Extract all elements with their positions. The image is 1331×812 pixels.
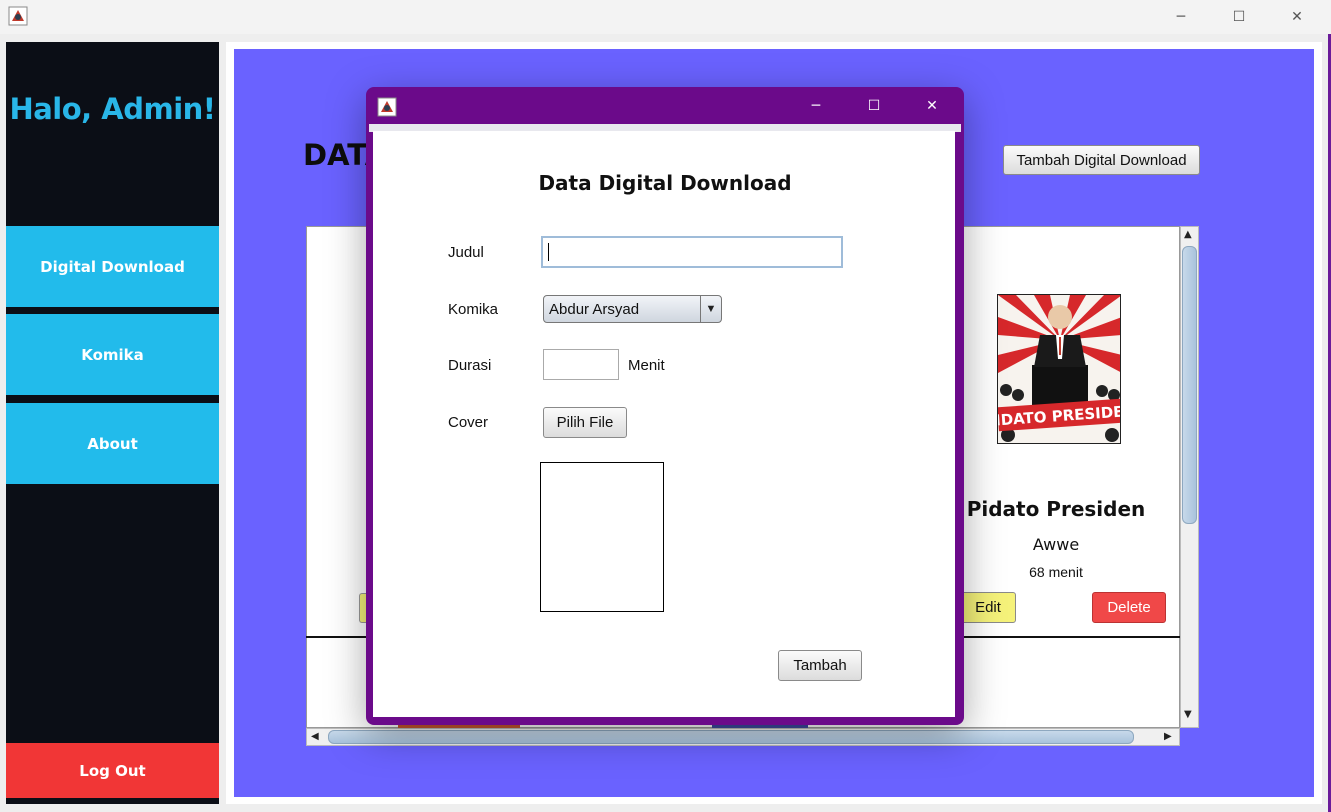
window-titlebar: ─ ☐ ✕ <box>0 0 1331 34</box>
judul-input[interactable] <box>541 236 843 268</box>
add-button-label: Tambah Digital Download <box>1016 151 1187 169</box>
scroll-right-arrow-icon[interactable]: ▶ <box>1164 731 1172 742</box>
dialog-java-icon <box>377 97 397 117</box>
form-title: Data Digital Download <box>538 171 792 195</box>
add-digital-download-button[interactable]: Tambah Digital Download <box>1003 145 1200 175</box>
pilih-file-label: Pilih File <box>556 414 614 431</box>
dropdown-arrow-icon[interactable]: ▼ <box>700 296 721 322</box>
dialog-close-button[interactable]: ✕ <box>903 89 961 123</box>
durasi-unit-label: Menit <box>628 357 665 374</box>
durasi-input[interactable] <box>543 349 619 380</box>
edit-button-label: Edit <box>975 599 1001 616</box>
tambah-button[interactable]: Tambah <box>778 650 862 681</box>
window-maximize-button[interactable]: ☐ <box>1210 0 1268 34</box>
cover-image-pidato-presiden: PIDATO PRESIDEN <box>997 294 1121 444</box>
horizontal-scrollbar-thumb[interactable] <box>328 730 1134 744</box>
logout-label: Log Out <box>79 761 146 780</box>
scroll-up-arrow-icon[interactable]: ▲ <box>1184 229 1192 240</box>
tambah-label: Tambah <box>793 657 847 674</box>
dialog-minimize-button[interactable]: ─ <box>787 89 845 123</box>
durasi-label: Durasi <box>448 357 492 374</box>
edit-button[interactable]: Edit <box>960 592 1016 623</box>
pilih-file-button[interactable]: Pilih File <box>543 407 627 438</box>
cover-preview <box>540 462 664 612</box>
sidebar-item-label: About <box>87 434 138 453</box>
sidebar-item-about[interactable]: About <box>6 403 219 484</box>
card-komika: Awwe <box>1032 535 1080 554</box>
judul-label: Judul <box>448 244 484 261</box>
scroll-left-arrow-icon[interactable]: ◀ <box>311 731 319 742</box>
window-close-button[interactable]: ✕ <box>1268 0 1326 34</box>
text-caret <box>548 243 549 261</box>
sidebar-item-digital-download[interactable]: Digital Download <box>6 226 219 307</box>
komika-selected-value: Abdur Arsyad <box>549 300 640 318</box>
komika-label: Komika <box>448 301 499 318</box>
scroll-down-arrow-icon[interactable]: ▼ <box>1184 709 1192 720</box>
logout-button[interactable]: Log Out <box>6 743 219 798</box>
sidebar-item-komika[interactable]: Komika <box>6 314 219 395</box>
card-duration: 68 menit <box>1029 564 1083 580</box>
delete-button[interactable]: Delete <box>1092 592 1166 623</box>
sidebar-item-label: Komika <box>81 345 144 364</box>
cover-label: Cover <box>448 414 489 431</box>
komika-select[interactable]: Abdur Arsyad <box>543 295 722 323</box>
vertical-scrollbar-thumb[interactable] <box>1182 246 1197 524</box>
java-app-icon <box>8 6 28 26</box>
greeting-text: Halo, Admin! <box>9 92 216 126</box>
sidebar: Halo, Admin! Digital Download Komika Abo… <box>6 42 219 804</box>
dialog-maximize-button[interactable]: ☐ <box>845 89 903 123</box>
sidebar-item-label: Digital Download <box>40 257 185 276</box>
window-minimize-button[interactable]: ─ <box>1152 0 1210 34</box>
card-title: Pidato Presiden <box>966 497 1146 521</box>
delete-button-label: Delete <box>1107 599 1151 616</box>
